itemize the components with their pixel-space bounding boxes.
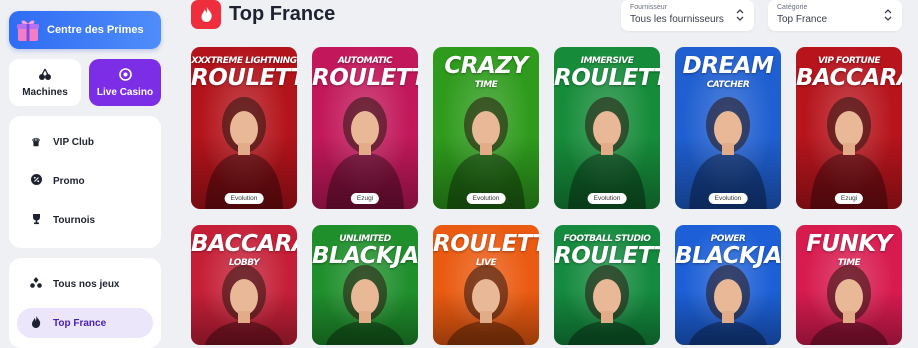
category-select[interactable]: Catégorie Top France	[768, 0, 902, 31]
live-casino-label: Live Casino	[96, 86, 154, 98]
game-title: TIME	[474, 80, 498, 90]
trophy-icon	[27, 213, 45, 228]
flame-icon	[191, 0, 221, 29]
cherries-icon	[38, 68, 52, 83]
provider-badge: Evolution	[466, 193, 506, 204]
rewards-center-button[interactable]: Centre des Primes	[9, 11, 161, 49]
game-card[interactable]: UNLIMITEDBLACKJACK	[312, 225, 418, 345]
game-card[interactable]: CRAZY TIME Evolution	[433, 47, 539, 209]
sidebar-item-label: Promo	[53, 175, 85, 187]
game-title: TIME	[837, 258, 861, 268]
game-card[interactable]: VIP FORTUNEBACCARATEzugi	[796, 47, 902, 209]
game-title: BLACKJACK	[312, 243, 418, 269]
sidebar-item-tournaments[interactable]: Tournois	[17, 205, 153, 235]
game-card[interactable]: IMMERSIVEROULETTEEvolution	[554, 47, 660, 209]
game-title: BLACKJACK	[675, 243, 781, 269]
crown-icon: ♛	[31, 136, 41, 149]
game-card[interactable]: BACCARATLOBBY	[191, 225, 297, 345]
provider-select-label: Fournisseur	[630, 4, 667, 11]
sidebar-item-label: Tournois	[53, 214, 96, 226]
sidebar-item-all-games[interactable]: Tous nos jeux	[17, 269, 153, 299]
game-subtitle: BACCARAT	[191, 231, 297, 257]
game-card[interactable]: FUNKY TIME	[796, 225, 902, 345]
game-subtitle: FUNKY	[806, 231, 892, 257]
cards-suits-icon	[27, 276, 45, 292]
provider-badge: Evolution	[587, 193, 627, 204]
game-title: ROULETTE	[312, 65, 418, 91]
sidebar: Centre des Primes Machines Live Casino ♛…	[0, 0, 175, 348]
category-select-label: Catégorie	[777, 4, 808, 11]
game-title: CATCHER	[706, 80, 750, 90]
game-card[interactable]: DREAM CATCHER Evolution	[675, 47, 781, 209]
game-card[interactable]: XXXTREME LIGHTNINGROULETTEEvolution	[191, 47, 297, 209]
sidebar-item-vip-club[interactable]: ♛ VIP Club	[17, 127, 153, 157]
rewards-center-label: Centre des Primes	[47, 24, 144, 36]
provider-select-value: Tous les fournisseurs	[630, 14, 724, 25]
sidebar-item-top-france[interactable]: Top France	[17, 308, 153, 338]
game-card[interactable]: ROULETTELIVE	[433, 225, 539, 345]
machines-label: Machines	[22, 86, 68, 98]
percent-icon	[27, 174, 45, 188]
roulette-icon	[118, 67, 132, 83]
game-card[interactable]: AUTOMATICROULETTEEzugi	[312, 47, 418, 209]
machines-tile[interactable]: Machines	[9, 59, 81, 106]
game-card[interactable]: POWERBLACKJACK	[675, 225, 781, 345]
menu-card-primary: ♛ VIP Club Promo Tournois	[9, 116, 161, 248]
chevron-updown-icon	[884, 9, 892, 21]
main-content: Top France Fournisseur Tous les fourniss…	[175, 0, 918, 345]
gift-icon	[17, 20, 39, 41]
category-select-value: Top France	[777, 14, 828, 25]
menu-card-games: Tous nos jeux Top France	[9, 258, 161, 348]
provider-badge: Evolution	[708, 193, 748, 204]
game-subtitle: DREAM	[682, 53, 774, 79]
chevron-updown-icon	[736, 9, 744, 21]
provider-badge: Evolution	[224, 193, 264, 204]
live-casino-tile[interactable]: Live Casino	[89, 59, 161, 106]
provider-badge: Ezugi	[350, 193, 380, 204]
sidebar-item-label: VIP Club	[53, 136, 94, 148]
game-title: ROULETTE	[554, 243, 660, 269]
sidebar-item-label: Tous nos jeux	[53, 278, 120, 290]
sidebar-item-label: Top France	[53, 317, 107, 329]
game-subtitle: ROULETTE	[433, 231, 539, 257]
game-title: LIVE	[475, 258, 497, 268]
game-subtitle: CRAZY	[444, 53, 528, 79]
flame-icon	[27, 315, 45, 331]
game-title: ROULETTE	[554, 65, 660, 91]
page-title: Top France	[229, 3, 336, 25]
game-title: ROULETTE	[191, 65, 297, 91]
game-title: LOBBY	[228, 258, 260, 268]
provider-select[interactable]: Fournisseur Tous les fournisseurs	[621, 0, 754, 31]
game-card[interactable]: FOOTBALL STUDIOROULETTE	[554, 225, 660, 345]
game-title: BACCARAT	[796, 65, 902, 91]
provider-badge: Ezugi	[834, 193, 864, 204]
sidebar-item-promo[interactable]: Promo	[17, 166, 153, 196]
